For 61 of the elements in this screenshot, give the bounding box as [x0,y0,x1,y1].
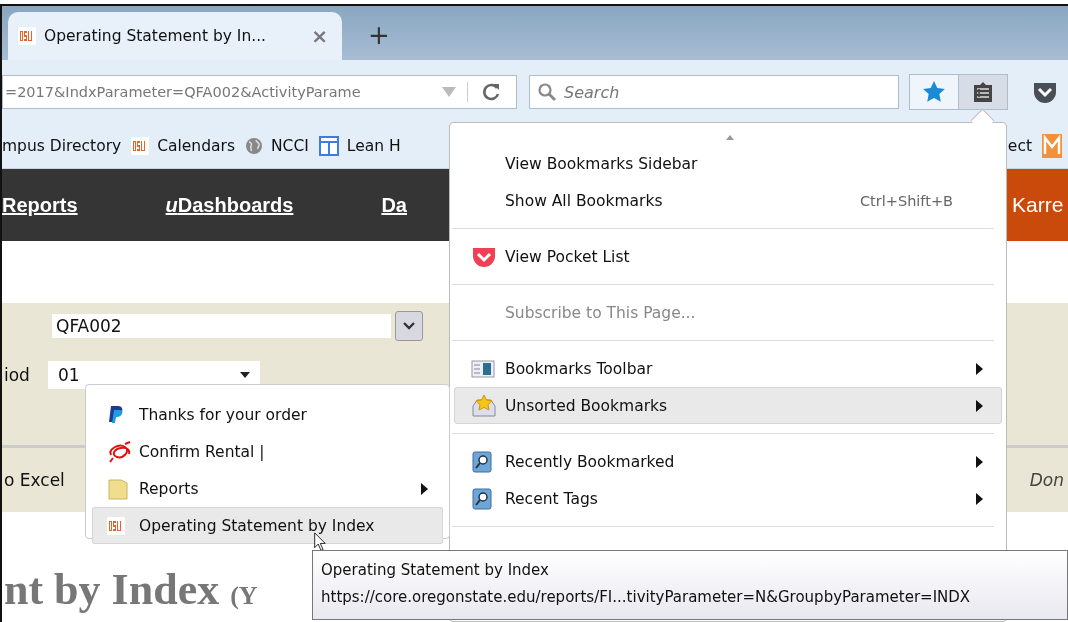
search-folder-icon [471,486,495,511]
browser-tab[interactable]: Operating Statement by In... × [8,12,342,60]
tab-title: Operating Statement by In... [44,27,268,45]
export-link[interactable]: o Excel [4,470,65,490]
menu-item[interactable]: Unsorted Bookmarks [454,387,1002,424]
submenu-arrow-icon [976,362,983,375]
menu-item[interactable]: Thanks for your order [92,396,443,433]
nav-link[interactable]: Da [381,193,407,217]
bookmark-item[interactable]: NCCI [245,137,309,155]
paypal-icon [107,404,125,425]
nav-link[interactable]: Reports [2,193,78,217]
menu-item[interactable]: View Pocket List [454,238,1002,275]
menu-item[interactable]: View Bookmarks Sidebar [454,145,1002,182]
dropdown-arrow-icon [239,372,250,378]
submenu-arrow-icon [976,455,983,468]
osu-logo-icon [18,27,36,45]
search-icon [537,82,557,102]
scribble-icon [107,440,133,463]
chevron-down-icon [402,321,416,331]
address-bar[interactable]: =2017&IndxParameter=QFA002&ActivityParame [2,75,517,109]
menu-item[interactable]: Confirm Rental | [92,433,443,470]
close-tab-button[interactable]: × [311,24,328,48]
menu-item[interactable]: Operating Statement by Index [92,507,443,544]
new-tab-button[interactable]: + [368,20,390,50]
search-field[interactable]: Search [529,75,899,109]
cursor-icon [314,532,328,552]
menu-item[interactable]: Recently Bookmarked [454,443,1002,480]
index-select[interactable]: QFA002 [52,314,391,338]
globe-icon [245,137,263,155]
clipboard-list-icon [971,80,995,104]
bookmark-item[interactable]: Lean H [318,136,401,156]
menu-item[interactable]: Bookmarks Toolbar [454,350,1002,387]
folder-icon [107,477,129,500]
search-folder-icon [471,449,495,474]
nav-link[interactable]: uDashboards [165,193,294,217]
status-text: Don [1029,470,1064,490]
bookmark-star-button[interactable] [910,75,958,109]
scroll-up-icon[interactable] [726,135,734,140]
star-icon [921,79,947,105]
tooltip-title: Operating Statement by Index [321,560,550,581]
tooltip-url: https://core.oregonstate.edu/reports/FI...tivityParameter=N&GroupbyParameter=INDX [321,587,972,608]
layout-icon [318,136,339,156]
pocket-icon [471,245,497,268]
bookmark-item[interactable]: ect [1007,137,1032,155]
period-label: iod [4,365,30,385]
menu-item[interactable]: Recent Tags [454,480,1002,517]
inbox-star-icon [471,393,497,418]
bookmarks-menu-button[interactable] [958,75,1007,109]
submenu-arrow-icon [976,492,983,505]
dropdown-button[interactable] [395,311,423,341]
menu-item[interactable]: Show All Bookmarks Ctrl+Shift+B [454,182,1002,219]
menu-item[interactable]: Reports [92,470,443,507]
submenu-arrow-icon [976,399,983,412]
bookmark-item[interactable]: Calendars [131,137,235,155]
osu-logo-icon [131,137,150,155]
bookmark-toolbar-icon [471,358,495,379]
submenu-arrow-icon [421,482,428,495]
bookmark-item[interactable]: mpus Directory [2,137,122,155]
page-heading: nt by Index (Y [4,565,258,614]
pocket-icon[interactable] [1032,80,1058,104]
osu-logo-icon [107,516,125,535]
